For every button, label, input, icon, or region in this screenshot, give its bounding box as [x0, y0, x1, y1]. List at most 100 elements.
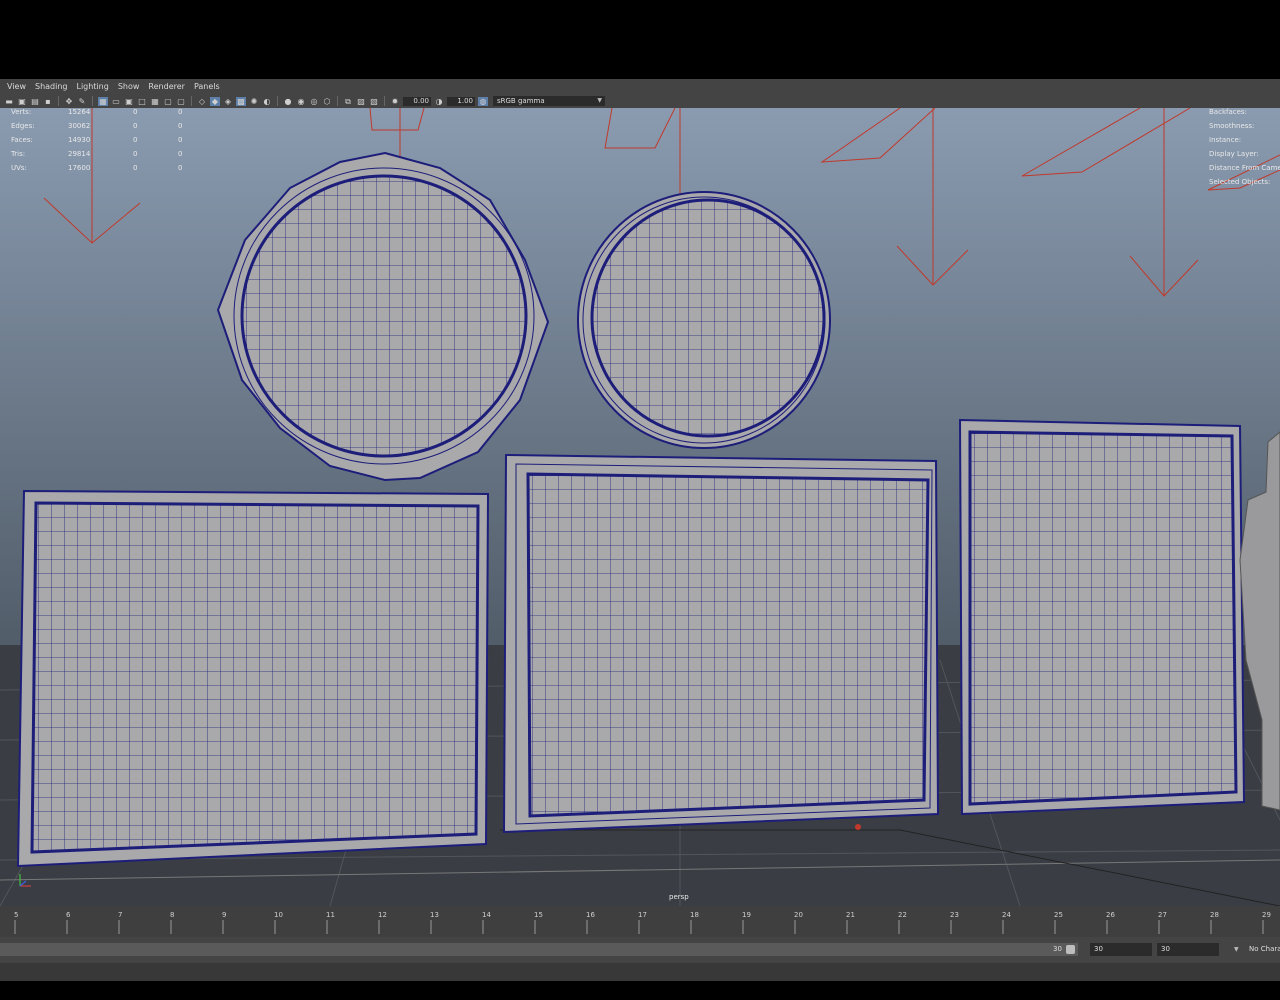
time-tick-label: 12 [378, 911, 387, 919]
panel-menu-bar: View Shading Lighting Show Renderer Pane… [0, 79, 1280, 94]
shadows-icon[interactable]: ◐ [262, 97, 272, 106]
3d-viewport[interactable]: Verts: 15264 0 0 Edges: 30062 0 0 Faces:… [0, 108, 1280, 906]
time-tick-label: 27 [1158, 911, 1167, 919]
camera-attributes-icon[interactable]: ▣ [17, 97, 27, 106]
isolate-select-icon[interactable]: ⧉ [343, 97, 353, 106]
hud-smoothness: Smoothness: [1209, 122, 1255, 130]
time-tick-label: 17 [638, 911, 647, 919]
rect-frame-mesh-2 [502, 453, 940, 834]
menu-show[interactable]: Show [118, 82, 140, 91]
menu-panels[interactable]: Panels [194, 82, 220, 91]
smooth-shade-icon[interactable]: ◆ [210, 96, 220, 106]
menu-shading[interactable]: Shading [35, 82, 68, 91]
bookmarks-icon[interactable]: ▤ [30, 97, 40, 106]
chevron-down-icon[interactable]: ▼ [1234, 943, 1239, 956]
menu-view[interactable]: View [7, 82, 26, 91]
hud-row-verts: Verts: 15264 0 0 [11, 108, 191, 122]
hud-value: 0 [133, 164, 138, 172]
xray-joints-icon[interactable]: ▧ [369, 97, 379, 106]
time-tick-label: 18 [690, 911, 699, 919]
hud-display-layer: Display Layer: [1209, 150, 1259, 158]
gamma-icon[interactable]: ◑ [434, 97, 444, 106]
image-plane-icon[interactable]: ▪ [43, 97, 53, 106]
range-slider-handle[interactable] [1066, 945, 1075, 954]
time-tick-label: 22 [898, 911, 907, 919]
object-details-hud: Backfaces: Smoothness: Instance: Display… [1209, 108, 1280, 192]
animation-end-field[interactable]: 30 [1157, 943, 1219, 956]
hud-value: 14930 [68, 136, 91, 144]
hud-value: 0 [178, 136, 183, 144]
hud-value: 0 [133, 108, 138, 116]
poly-count-hud: Verts: 15264 0 0 Edges: 30062 0 0 Faces:… [11, 108, 191, 178]
time-tick-label: 9 [222, 911, 227, 919]
select-camera-icon[interactable]: ▬ [4, 97, 14, 106]
xray-icon[interactable]: ▨ [356, 97, 366, 106]
grid-icon[interactable]: ▦ [98, 96, 108, 106]
use-all-lights-icon[interactable]: ✺ [249, 97, 259, 106]
safe-action-icon[interactable]: ▢ [163, 97, 173, 106]
default-material-icon[interactable]: ◈ [223, 97, 233, 106]
time-tick-label: 11 [326, 911, 335, 919]
gamma-field[interactable]: 1.00 [447, 96, 475, 106]
hud-value: 0 [178, 164, 183, 172]
time-tick-label: 21 [846, 911, 855, 919]
hud-row-uvs: UVs: 17600 0 0 [11, 164, 191, 178]
film-gate-icon[interactable]: ▭ [111, 97, 121, 106]
hud-value: 0 [178, 150, 183, 158]
toolbar-separator [384, 96, 385, 106]
hud-distance-from-camera: Distance From Camera: [1209, 164, 1280, 172]
playback-end-field[interactable]: 30 [1090, 943, 1152, 956]
time-tick-label: 19 [742, 911, 751, 919]
depth-of-field-icon[interactable]: ⬡ [322, 97, 332, 106]
hud-backfaces: Backfaces: [1209, 108, 1247, 116]
exposure-field[interactable]: 0.00 [403, 96, 431, 106]
menu-lighting[interactable]: Lighting [76, 82, 108, 91]
hud-value: 15264 [68, 108, 91, 116]
origin-marker [855, 824, 861, 830]
panel-toolbar: ▬ ▣ ▤ ▪ ✥ ✎ ▦ ▭ ▣ □ ▦ ▢ ▢ ◇ ◆ ◈ ▩ ✺ ◐ ● … [0, 94, 1280, 108]
time-tick-label: 29 [1262, 911, 1271, 919]
motion-blur-icon[interactable]: ◉ [296, 97, 306, 106]
hud-label: Verts: [11, 108, 32, 116]
hud-instance: Instance: [1209, 136, 1242, 144]
time-tick-label: 8 [170, 911, 175, 919]
hud-value: 0 [133, 136, 138, 144]
hud-value: 0 [133, 150, 138, 158]
hud-selected-objects: Selected Objects: [1209, 178, 1271, 186]
time-tick-label: 16 [586, 911, 595, 919]
hud-value: 0 [178, 122, 183, 130]
time-tick-label: 6 [66, 911, 71, 919]
grease-pencil-icon[interactable]: ✎ [77, 97, 87, 106]
toolbar-separator [92, 96, 93, 106]
field-chart-icon[interactable]: ▦ [150, 97, 160, 106]
hud-row-tris: Tris: 29814 0 0 [11, 150, 191, 164]
hud-label: Faces: [11, 136, 33, 144]
hud-value: 17600 [68, 164, 91, 172]
color-space-dropdown[interactable]: sRGB gamma ▼ [493, 96, 605, 106]
time-slider[interactable]: 5 6 7 8 9 10 11 12 13 14 15 16 17 18 19 20 21 22 23 24 25 26 2… [0, 906, 1280, 937]
range-slider-track[interactable] [0, 943, 1078, 956]
character-set-dropdown[interactable]: No Character Set [1249, 943, 1280, 956]
color-management-icon[interactable]: ◍ [478, 96, 488, 106]
color-space-label: sRGB gamma [497, 97, 545, 105]
exposure-icon[interactable]: ✹ [390, 97, 400, 106]
2d-pan-zoom-icon[interactable]: ✥ [64, 97, 74, 106]
safe-title-icon[interactable]: ▢ [176, 97, 186, 106]
range-slider: 30 30 30 ▼ No Character Set [0, 937, 1280, 963]
toolbar-separator [337, 96, 338, 106]
hud-value: 29814 [68, 150, 91, 158]
command-line-bar [0, 963, 1280, 981]
resolution-gate-icon[interactable]: ▣ [124, 97, 134, 106]
hud-label: UVs: [11, 164, 27, 172]
menu-renderer[interactable]: Renderer [148, 82, 185, 91]
time-tick-label: 10 [274, 911, 283, 919]
hud-value: 0 [178, 108, 183, 116]
gate-mask-icon[interactable]: □ [137, 97, 147, 106]
wireframe-icon[interactable]: ◇ [197, 97, 207, 106]
textured-icon[interactable]: ▩ [236, 96, 246, 106]
time-tick-label: 26 [1106, 911, 1115, 919]
rect-frame-mesh-3 [958, 418, 1246, 816]
screen-space-ao-icon[interactable]: ● [283, 97, 293, 106]
multisample-aa-icon[interactable]: ◎ [309, 97, 319, 106]
time-tick-label: 24 [1002, 911, 1011, 919]
